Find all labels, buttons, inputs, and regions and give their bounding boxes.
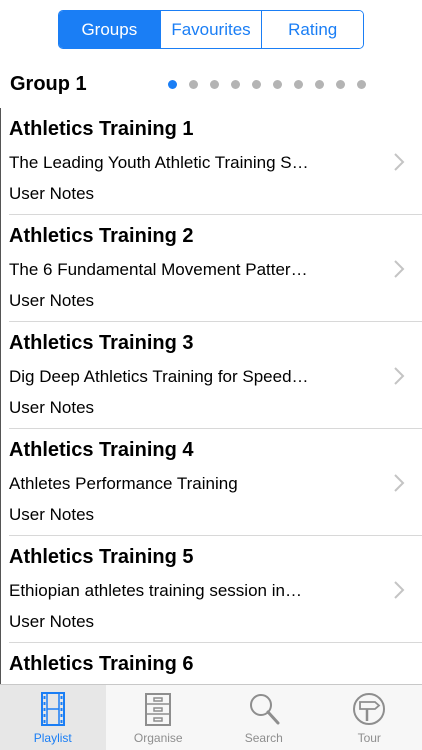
chevron-right-icon (394, 153, 405, 171)
tab-tour[interactable]: Tour (317, 685, 422, 750)
segment-favourites[interactable]: Favourites (159, 11, 262, 48)
item-title: Athletics Training 3 (9, 332, 194, 354)
tab-label: Search (244, 731, 283, 745)
item-title: Athletics Training 5 (9, 546, 194, 568)
page-indicator[interactable] (168, 80, 366, 89)
group-title: Group 1 (10, 73, 87, 95)
list-item[interactable]: Athletics Training 1 The Leading Youth A… (0, 108, 422, 215)
item-notes: User Notes (9, 612, 95, 631)
page-dot[interactable] (336, 80, 345, 89)
page-dot[interactable] (357, 80, 366, 89)
cabinet-icon (145, 693, 172, 726)
tab-bar: Playlist Organise Search Tour (0, 684, 422, 750)
chevron-right-icon (394, 367, 405, 385)
page-dot-active[interactable] (168, 80, 177, 89)
item-notes: User Notes (9, 505, 95, 524)
magnifier-icon (249, 694, 280, 725)
item-subtitle: Dig Deep Athletics Training for Speed… (9, 367, 309, 386)
item-notes: User Notes (9, 291, 95, 310)
item-subtitle: The 6 Fundamental Movement Patter… (9, 260, 308, 279)
chevron-right-icon (394, 260, 405, 278)
item-subtitle: Ethiopian athletes training session in… (9, 581, 302, 600)
segment-groups[interactable]: Groups (59, 11, 160, 48)
item-title: Athletics Training 4 (9, 439, 194, 461)
chevron-right-icon (394, 474, 405, 492)
tab-label: Tour (357, 731, 381, 745)
segment-rating[interactable]: Rating (261, 11, 363, 48)
playlist-list[interactable]: Athletics Training 1 The Leading Youth A… (0, 108, 422, 684)
page-dot[interactable] (231, 80, 240, 89)
item-subtitle: Athletes Performance Training (9, 474, 238, 493)
chevron-right-icon (394, 581, 405, 599)
page-dot[interactable] (189, 80, 198, 89)
page-dot[interactable] (210, 80, 219, 89)
list-item[interactable]: Athletics Training 5 Ethiopian athletes … (0, 536, 422, 643)
tab-label: Playlist (33, 731, 72, 745)
page-dot[interactable] (315, 80, 324, 89)
list-item[interactable]: Athletics Training 3 Dig Deep Athletics … (0, 322, 422, 429)
tab-organise[interactable]: Organise (106, 685, 212, 750)
item-title: Athletics Training 1 (9, 118, 194, 140)
item-notes: User Notes (9, 398, 95, 417)
tab-search[interactable]: Search (211, 685, 317, 750)
tab-label: Organise (133, 731, 183, 745)
list-item[interactable]: Athletics Training 4 Athletes Performanc… (0, 429, 422, 536)
segmented-control: Groups Favourites Rating (58, 10, 364, 49)
tab-playlist[interactable]: Playlist (0, 685, 106, 750)
group-header: Group 1 (0, 70, 422, 102)
signpost-icon (353, 693, 386, 725)
item-title: Athletics Training 2 (9, 225, 194, 247)
film-strip-icon (40, 692, 65, 726)
list-item[interactable]: Athletics Training 6 (0, 643, 422, 684)
item-subtitle: The Leading Youth Athletic Training S… (9, 153, 309, 172)
page-dot[interactable] (294, 80, 303, 89)
item-title: Athletics Training 6 (9, 653, 194, 675)
list-item[interactable]: Athletics Training 2 The 6 Fundamental M… (0, 215, 422, 322)
item-notes: User Notes (9, 184, 95, 203)
page-dot[interactable] (252, 80, 261, 89)
page-dot[interactable] (273, 80, 282, 89)
